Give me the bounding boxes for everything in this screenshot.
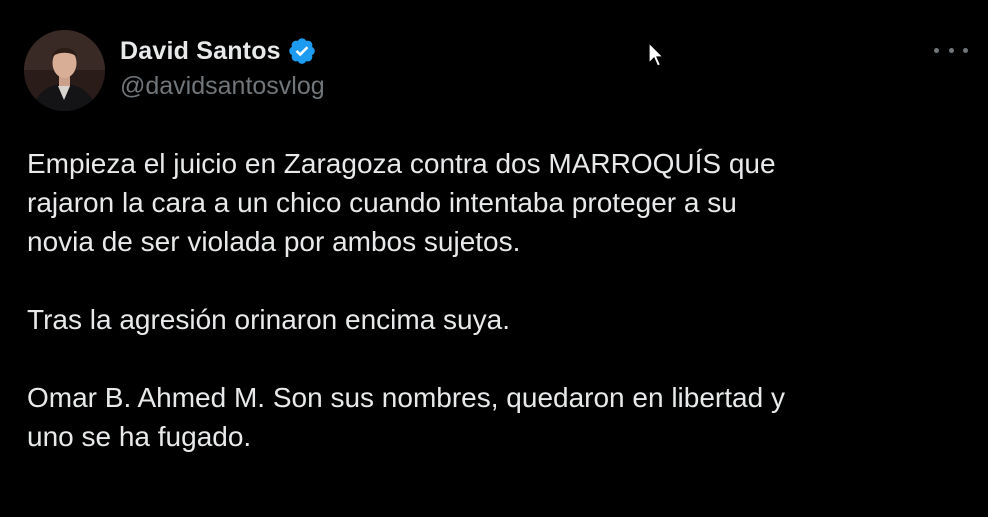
more-dot [948, 47, 954, 53]
tweet-header: David Santos @davidsantosvlog [120, 34, 325, 101]
tweet-line: uno se ha fugado. [27, 421, 252, 452]
tweet-text: Empieza el juicio en Zaragoza contra dos… [27, 144, 972, 456]
tweet-line: novia de ser violada por ambos sujetos. [27, 226, 521, 257]
display-name[interactable]: David Santos [120, 37, 281, 66]
tweet-card: David Santos @davidsantosvlog Empieza el… [0, 0, 988, 517]
tweet-line: Omar B. Ahmed M. Son sus nombres, quedar… [27, 382, 785, 413]
tweet-line: Empieza el juicio en Zaragoza contra dos… [27, 148, 776, 179]
tweet-line: Tras la agresión orinaron encima suya. [27, 304, 510, 335]
more-dot [934, 47, 939, 53]
tweet-paragraph: Tras la agresión orinaron encima suya. [27, 300, 972, 339]
tweet-paragraph: Omar B. Ahmed M. Son sus nombres, quedar… [27, 378, 972, 456]
verified-badge-icon[interactable] [287, 36, 317, 66]
avatar-photo [24, 30, 105, 111]
more-horizontal-icon[interactable] [934, 40, 968, 60]
more-dot [963, 47, 968, 53]
mouse-pointer-icon [648, 41, 665, 68]
user-handle[interactable]: @davidsantosvlog [120, 72, 325, 101]
avatar[interactable] [24, 30, 105, 111]
tweet-paragraph: Empieza el juicio en Zaragoza contra dos… [27, 144, 972, 261]
tweet-line: rajaron la cara a un chico cuando intent… [27, 187, 737, 218]
name-row: David Santos [120, 34, 325, 68]
